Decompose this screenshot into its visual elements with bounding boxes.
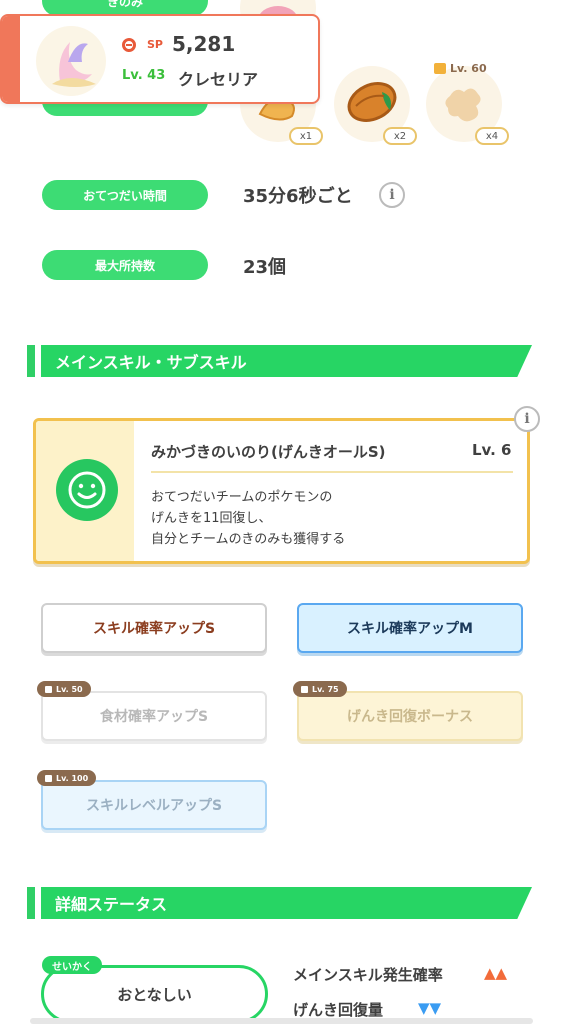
pokemon-name: クレセリア — [178, 70, 259, 89]
main-skill-info-icon[interactable]: i — [514, 406, 540, 432]
nature-down-arrows: ▼▼ — [418, 999, 442, 1017]
pokemon-avatar — [36, 26, 106, 96]
help-time-label: おてつだい時間 — [42, 180, 208, 210]
skills-section-title: メインスキル・サブスキル — [55, 353, 247, 372]
sub-skill-4[interactable]: げんき回復ボーナス — [297, 691, 523, 741]
nature-tag: せいかく — [42, 956, 102, 974]
main-skill-card[interactable]: みかづきのいのり(げんきオールS) Lv. 6 おてつだいチームのポケモンの げ… — [33, 418, 530, 564]
card-accent-stripe — [2, 16, 20, 102]
skills-section-header: メインスキル・サブスキル — [27, 345, 532, 377]
lock-icon — [45, 685, 52, 693]
main-skill-desc-2: げんきを11回復し、 — [151, 511, 272, 526]
bottom-scroll-edge — [30, 1018, 533, 1024]
lock-icon — [434, 63, 446, 74]
details-section-header: 詳細ステータス — [27, 887, 532, 919]
max-hold-label: 最大所持数 — [42, 250, 208, 280]
sp-label: SP — [147, 38, 163, 51]
sub-skill-5-lock: Lv. 100 — [37, 770, 97, 786]
main-skill-name: みかづきのいのり(げんきオールS) — [151, 443, 386, 461]
max-hold-value: 23個 — [243, 257, 287, 278]
sp-value: 5,281 — [172, 32, 236, 56]
main-skill-desc-3: 自分とチームのきのみも獲得する — [151, 532, 346, 547]
lock-icon — [301, 685, 308, 693]
nature-up-arrows: ▲▲ — [484, 964, 508, 982]
sub-skill-4-lock: Lv. 75 — [293, 681, 347, 697]
sub-skill-3-lock: Lv. 50 — [37, 681, 91, 697]
top-header-pill-label: きのみ — [106, 0, 143, 9]
sub-skill-1[interactable]: スキル確率アップS — [41, 603, 267, 653]
sub-skill-5[interactable]: スキルレベルアップS — [41, 780, 267, 830]
sub-skill-3[interactable]: 食材確率アップS — [41, 691, 267, 741]
main-skill-desc-1: おてつだいチームのポケモンの — [151, 490, 333, 505]
cresselia-icon — [52, 42, 96, 87]
main-skill-divider — [151, 471, 513, 473]
sub-skill-2[interactable]: スキル確率アップM — [297, 603, 523, 653]
pokemon-level: Lv. 43 — [122, 68, 166, 83]
lock-icon — [45, 774, 52, 782]
main-skill-level: Lv. 6 — [472, 441, 512, 459]
nature-up-stat: メインスキル発生確率 — [293, 966, 443, 984]
details-section-title: 詳細ステータス — [55, 895, 168, 914]
help-time-value: 35分6秒ごと — [243, 186, 353, 207]
smile-icon — [56, 459, 118, 521]
ingredient-qty-1: x1 — [289, 127, 323, 145]
nature-value: おとなしい — [117, 985, 192, 1004]
ingredient-qty-2: x2 — [383, 127, 417, 145]
sp-icon — [122, 38, 136, 52]
ingredient-qty-3: x4 — [475, 127, 509, 145]
pokemon-card[interactable]: SP 5,281 Lv. 43 クレセリア — [0, 14, 320, 104]
info-icon[interactable]: i — [379, 182, 405, 208]
nature-down-stat: げんき回復量 — [293, 1001, 384, 1019]
ingredient-lock-tag: Lv. 60 — [434, 62, 487, 75]
